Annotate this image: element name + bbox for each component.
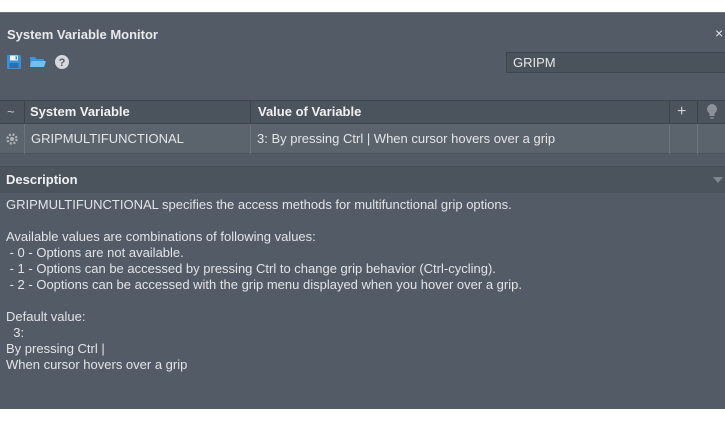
variable-name-cell[interactable]: GRIPMULTIFUNCTIONAL [31,124,184,154]
collapse-arrow-icon[interactable] [713,177,723,183]
description-line: - 2 - Ooptions can be accessed with the … [6,277,522,292]
description-line: GRIPMULTIFUNCTIONAL specifies the access… [6,197,512,212]
toolbar: ? [0,49,725,75]
value-of-variable-column-header[interactable]: Value of Variable [258,101,361,123]
save-icon[interactable] [5,53,23,71]
description-text: GRIPMULTIFUNCTIONAL specifies the access… [6,197,721,373]
svg-text:?: ? [59,57,66,69]
lightbulb-icon[interactable] [703,103,721,121]
system-variable-column-header[interactable]: System Variable [30,101,130,123]
search-input[interactable] [506,52,725,73]
grid-header: ~ System Variable Value of Variable + [0,100,725,124]
table-row[interactable]: GRIPMULTIFUNCTIONAL 3: By pressing Ctrl … [0,124,725,154]
description-panel: Description GRIPMULTIFUNCTIONAL specifie… [0,166,725,423]
column-divider[interactable] [250,101,251,123]
cell-divider [250,124,251,154]
description-line: - 0 - Options are not available. [6,245,184,260]
description-line: Default value: [6,309,86,324]
variable-value-cell[interactable]: 3: By pressing Ctrl | When cursor hovers… [257,124,555,154]
cell-divider [24,124,25,154]
description-line: When cursor hovers over a grip [6,357,188,372]
title-bar: System Variable Monitor × [0,21,725,47]
description-line: 3: [6,325,25,340]
window-title: System Variable Monitor [7,26,158,42]
column-divider [697,101,698,123]
close-icon[interactable]: × [715,25,725,41]
description-line: By pressing Ctrl | [6,341,105,356]
description-line: Available values are combinations of fol… [6,229,316,244]
description-title: Description [6,172,78,187]
description-gap [6,213,721,229]
description-header[interactable]: Description [0,167,725,193]
gear-icon [3,130,21,148]
help-icon[interactable]: ? [53,53,71,71]
cell-divider [669,124,670,154]
column-divider[interactable] [669,101,670,123]
description-line: - 1 - Options can be accessed by pressin… [6,261,496,276]
description-gap [6,293,721,309]
open-folder-icon[interactable] [29,53,47,71]
system-variable-monitor-window: System Variable Monitor × ? ~ [0,12,725,409]
cell-divider [697,124,698,154]
toggle-column-header[interactable]: ~ [7,101,15,123]
add-variable-icon[interactable]: + [677,101,686,123]
column-divider [24,101,25,123]
